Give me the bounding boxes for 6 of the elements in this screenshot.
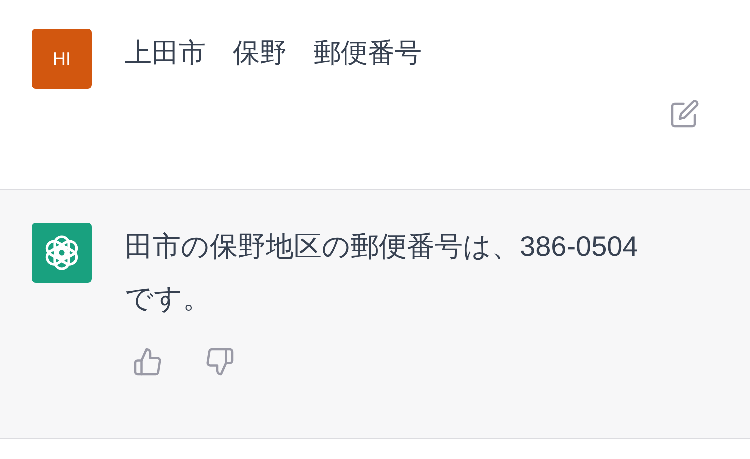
user-message: 上田市 保野 郵便番号 xyxy=(125,37,423,70)
assistant-message: 田市の保野地区の郵便番号は、386-0504です。 xyxy=(125,230,640,316)
thumbs-up-icon[interactable] xyxy=(133,347,163,377)
thumbs-down-icon[interactable] xyxy=(205,347,235,377)
edit-icon[interactable] xyxy=(670,99,700,129)
user-avatar: HI xyxy=(32,29,92,89)
